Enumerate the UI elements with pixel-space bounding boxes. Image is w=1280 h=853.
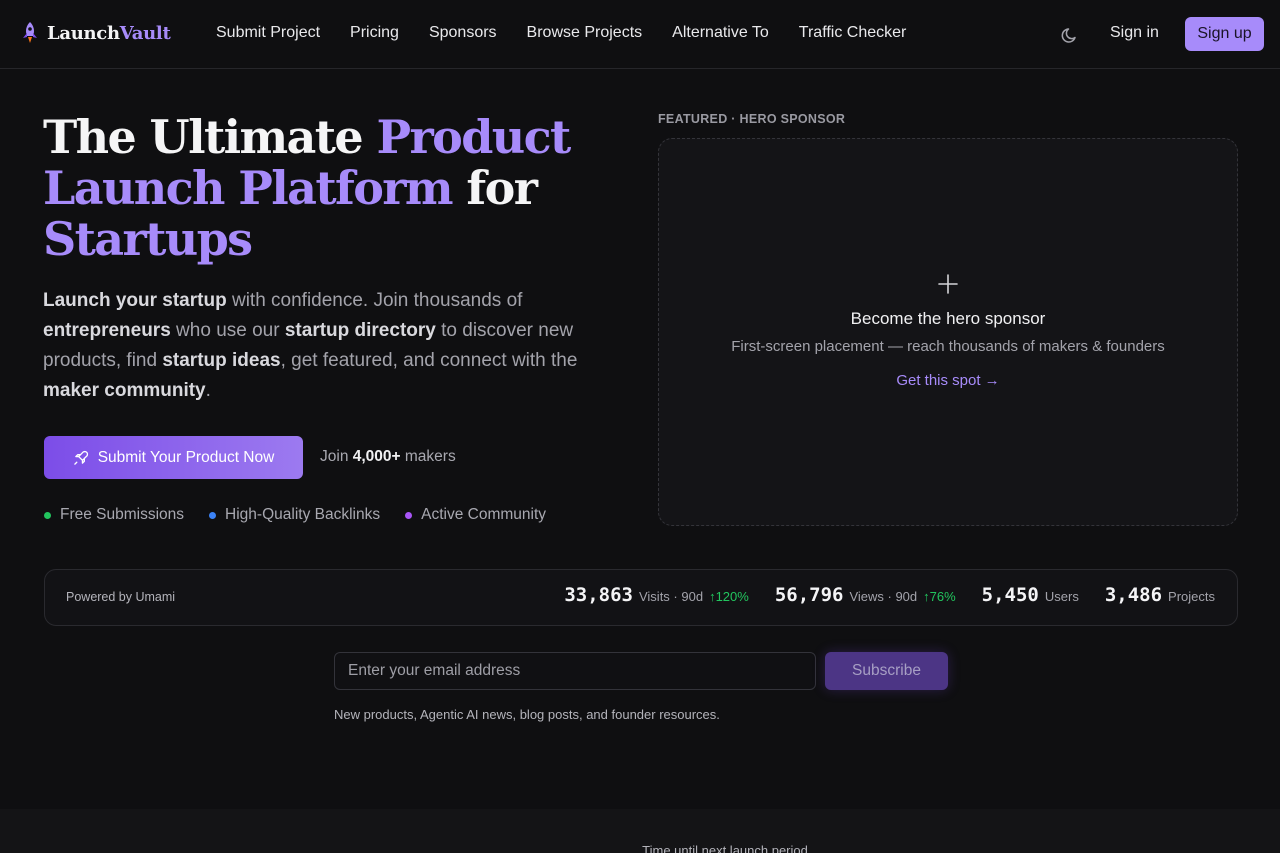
- join-makers-text: Join 4,000+ makers: [320, 448, 456, 465]
- rocket-icon: [73, 450, 88, 465]
- stat-projects: 3,486 Projects: [1104, 584, 1215, 606]
- countdown-label: Time until next launch period: [642, 843, 808, 853]
- email-field[interactable]: [334, 652, 816, 690]
- stat-views: 56,796 Views · 90d ↑76%: [774, 584, 956, 606]
- nav-link-submit-project[interactable]: Submit Project: [216, 24, 320, 42]
- top-nav: LaunchVault Submit Project Pricing Spons…: [0, 0, 1280, 69]
- nav-link-browse-projects[interactable]: Browse Projects: [527, 24, 643, 42]
- status-dot: [44, 511, 51, 519]
- nav-link-alternative-to[interactable]: Alternative To: [672, 24, 769, 42]
- powered-by: Powered by Umami: [66, 590, 176, 604]
- nav-link-sponsors[interactable]: Sponsors: [429, 24, 497, 42]
- status-dot: [405, 511, 413, 519]
- nav-links: Submit Project Pricing Sponsors Browse P…: [216, 24, 906, 42]
- signup-button[interactable]: Sign up: [1185, 17, 1264, 51]
- hero-sponsor-slot[interactable]: Become the hero sponsor First-screen pla…: [658, 138, 1238, 526]
- hero-description: Launch your startup with confidence. Joi…: [43, 290, 578, 401]
- feature-list: Free Submissions High-Quality Backlinks …: [44, 506, 546, 524]
- feature-backlinks: High-Quality Backlinks: [209, 506, 380, 524]
- nav-link-traffic-checker[interactable]: Traffic Checker: [799, 24, 907, 42]
- stat-users: 5,450 Users: [981, 584, 1079, 606]
- sponsor-subtitle: First-screen placement — reach thousands…: [731, 338, 1165, 355]
- newsletter-note: New products, Agentic AI news, blog post…: [334, 707, 720, 722]
- submit-product-label: Submit Your Product Now: [97, 448, 275, 466]
- submit-product-button[interactable]: Submit Your Product Now: [44, 436, 303, 479]
- brand-name: LaunchVault: [47, 22, 171, 44]
- stat-visits: 33,863 Visits · 90d ↑120%: [564, 584, 749, 606]
- stats-bar: Powered by Umami 33,863 Visits · 90d ↑12…: [44, 569, 1238, 626]
- rocket-icon: [23, 22, 37, 43]
- hero-title: The Ultimate Product Launch Platform for…: [43, 110, 571, 266]
- plus-icon: [938, 274, 958, 294]
- status-dot: [209, 511, 217, 519]
- signin-link[interactable]: Sign in: [1110, 24, 1159, 42]
- logo[interactable]: LaunchVault: [20, 21, 171, 45]
- moon-icon[interactable]: [1060, 25, 1080, 45]
- stat-list: 33,863 Visits · 90d ↑120% 56,796 Views ·…: [564, 584, 1215, 606]
- sponsor-label: FEATURED · HERO SPONSOR: [658, 112, 846, 126]
- nav-link-pricing[interactable]: Pricing: [350, 24, 399, 42]
- subscribe-button[interactable]: Subscribe: [825, 652, 948, 690]
- get-spot-link[interactable]: Get this spot →: [659, 372, 1237, 389]
- feature-community: Active Community: [405, 506, 546, 524]
- sponsor-title: Become the hero sponsor: [850, 309, 1046, 328]
- feature-free-submissions: Free Submissions: [44, 506, 184, 524]
